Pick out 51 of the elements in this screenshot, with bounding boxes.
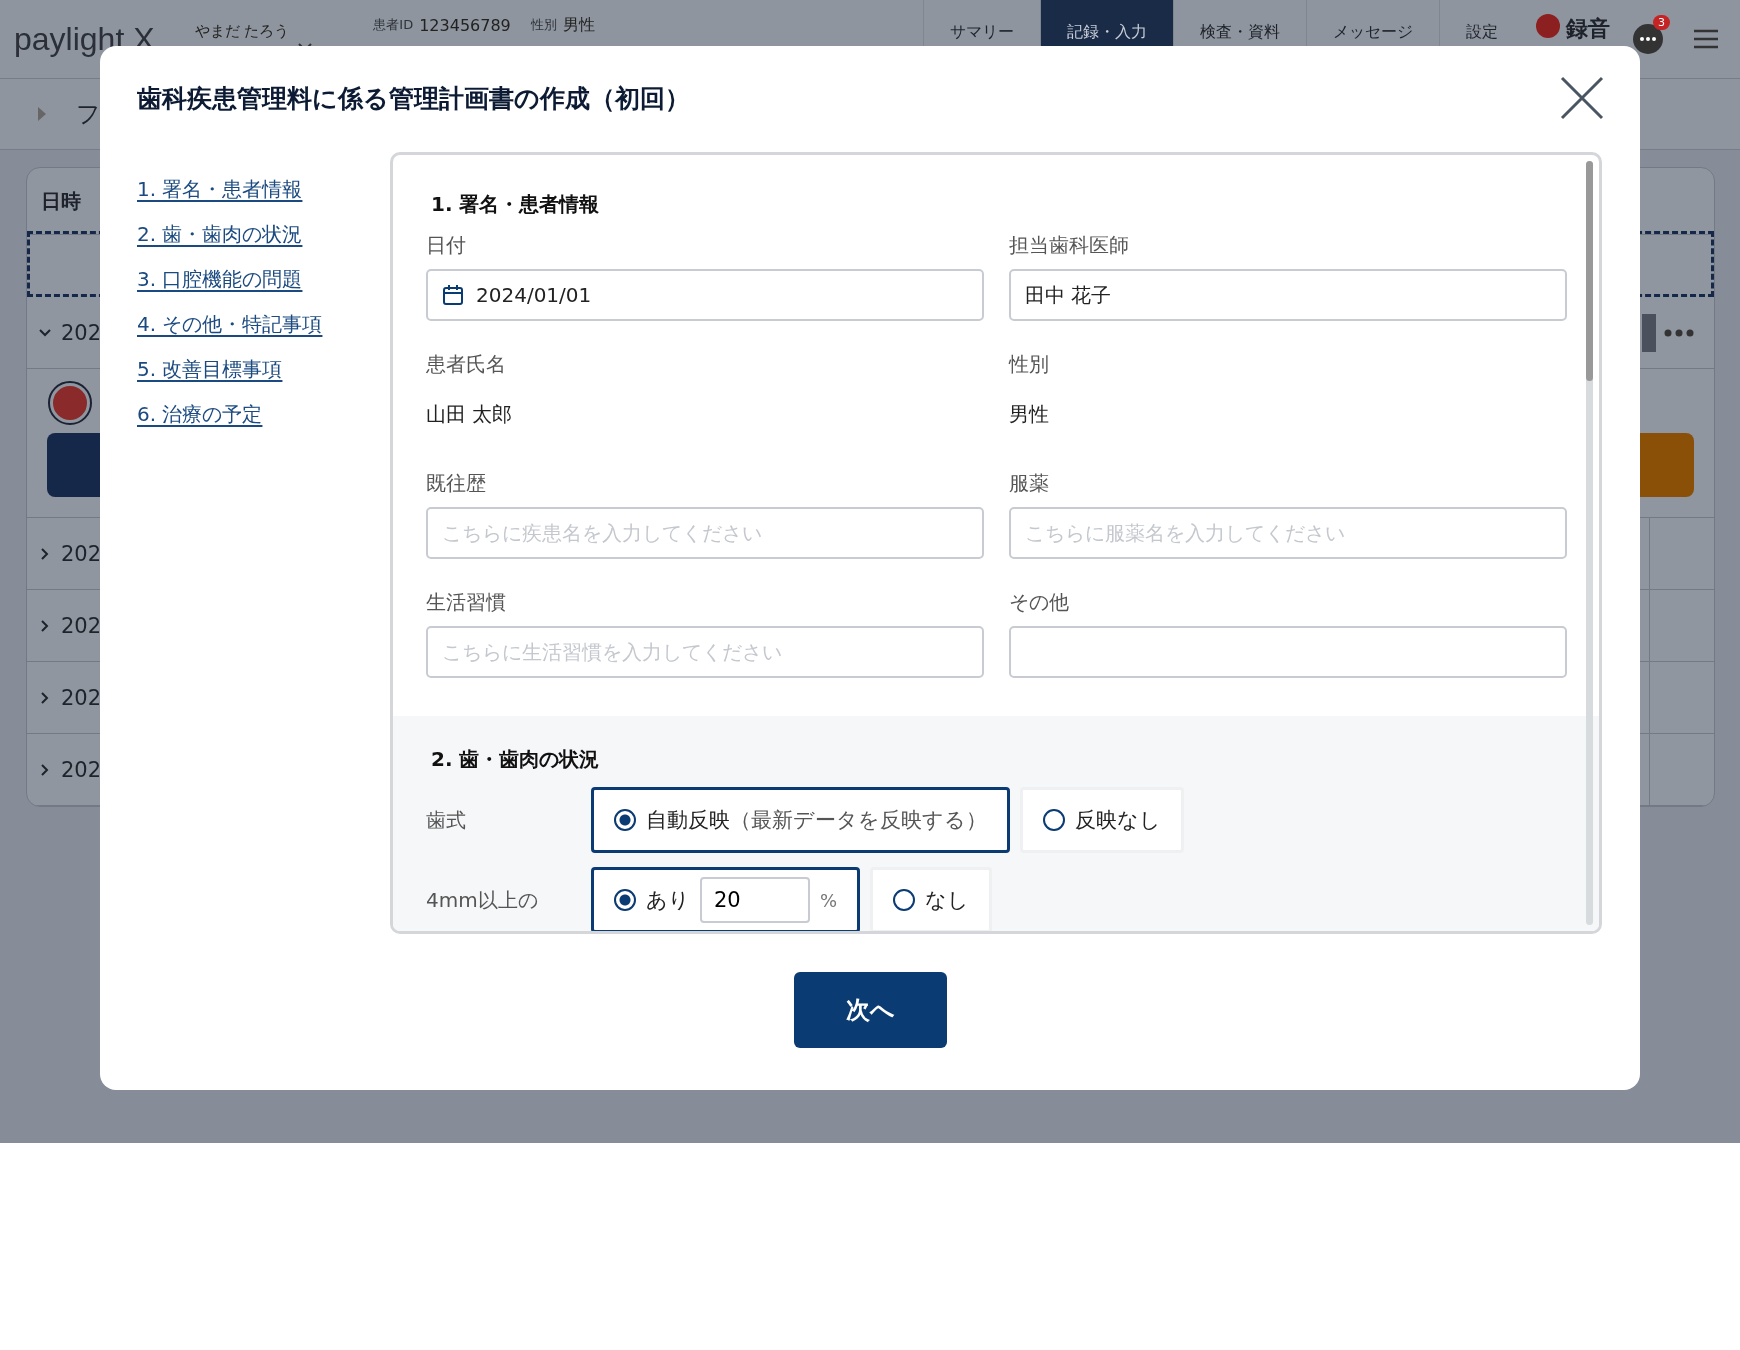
input-field[interactable]: 田中 花子	[1009, 269, 1567, 321]
section-link[interactable]: 1. 署名・患者情報	[137, 176, 303, 203]
next-button[interactable]: 次へ	[794, 972, 947, 1048]
column-header: 日時	[41, 187, 81, 215]
row-date: 202	[61, 757, 102, 782]
field-label: 担当歯科医師	[1009, 232, 1130, 259]
id-label: 患者ID	[373, 16, 414, 34]
notification-badge: 3	[1653, 15, 1670, 30]
percent-field[interactable]: 20	[700, 877, 810, 923]
field-label: 生活習慣	[426, 589, 507, 616]
id-value: 123456789	[419, 15, 511, 35]
field-label: 既往歴	[426, 470, 487, 497]
section-link[interactable]: 6. 治療の予定	[137, 401, 263, 428]
option-label: 自動反映	[646, 807, 730, 834]
row-date: 202	[61, 613, 102, 638]
unit-label: %	[820, 889, 838, 911]
field-label: その他	[1009, 589, 1070, 616]
row-date: 202	[61, 685, 102, 710]
field-label: 性別	[1009, 351, 1050, 378]
field-label: 日付	[426, 232, 467, 259]
field-label: 4mm以上の	[426, 887, 539, 914]
input-field[interactable]: こちらに疾患名を入力してください	[426, 507, 984, 559]
option-label: 反映なし	[1075, 807, 1161, 834]
section-link[interactable]: 2. 歯・歯肉の状況	[137, 221, 303, 248]
radio-option[interactable]: 反映なし	[1020, 787, 1184, 853]
date-field[interactable]: 2024/01/01	[426, 269, 984, 321]
field-value: 男性	[1009, 401, 1050, 428]
radio-option[interactable]: あり 20 %	[591, 867, 861, 931]
row-date: 202	[61, 541, 102, 566]
section-title: 2. 歯・歯肉の状況	[431, 746, 601, 773]
option-label: あり	[646, 887, 690, 914]
sex-value: 男性	[562, 14, 595, 36]
row-date: 202	[61, 320, 102, 345]
modal-title: 歯科疾患管理料に係る管理計画書の作成（初回）	[137, 82, 690, 115]
sex-label: 性別	[530, 16, 557, 34]
section-link[interactable]: 5. 改善目標事項	[137, 356, 283, 383]
section-link[interactable]: 4. その他・特記事項	[137, 311, 323, 338]
radio-option[interactable]: なし	[870, 867, 993, 931]
section-link[interactable]: 3. 口腔機能の問題	[137, 266, 303, 293]
radio-option[interactable]: 自動反映（最新データを反映する）	[591, 787, 1010, 853]
field-label: 患者氏名	[426, 351, 507, 378]
input-field[interactable]: こちらに生活習慣を入力してください	[426, 626, 984, 678]
patient-kana: やまだ たろう	[194, 22, 290, 41]
field-label: 服薬	[1009, 470, 1050, 497]
option-label: なし	[925, 887, 970, 914]
field-value: 山田 太郎	[426, 401, 514, 428]
input-field[interactable]: こちらに服薬名を入力してください	[1009, 507, 1567, 559]
section-title: 1. 署名・患者情報	[431, 191, 601, 218]
page-title: フ	[76, 99, 101, 130]
option-note: （最新データを反映する）	[730, 807, 987, 834]
field-label: 歯式	[426, 807, 467, 834]
